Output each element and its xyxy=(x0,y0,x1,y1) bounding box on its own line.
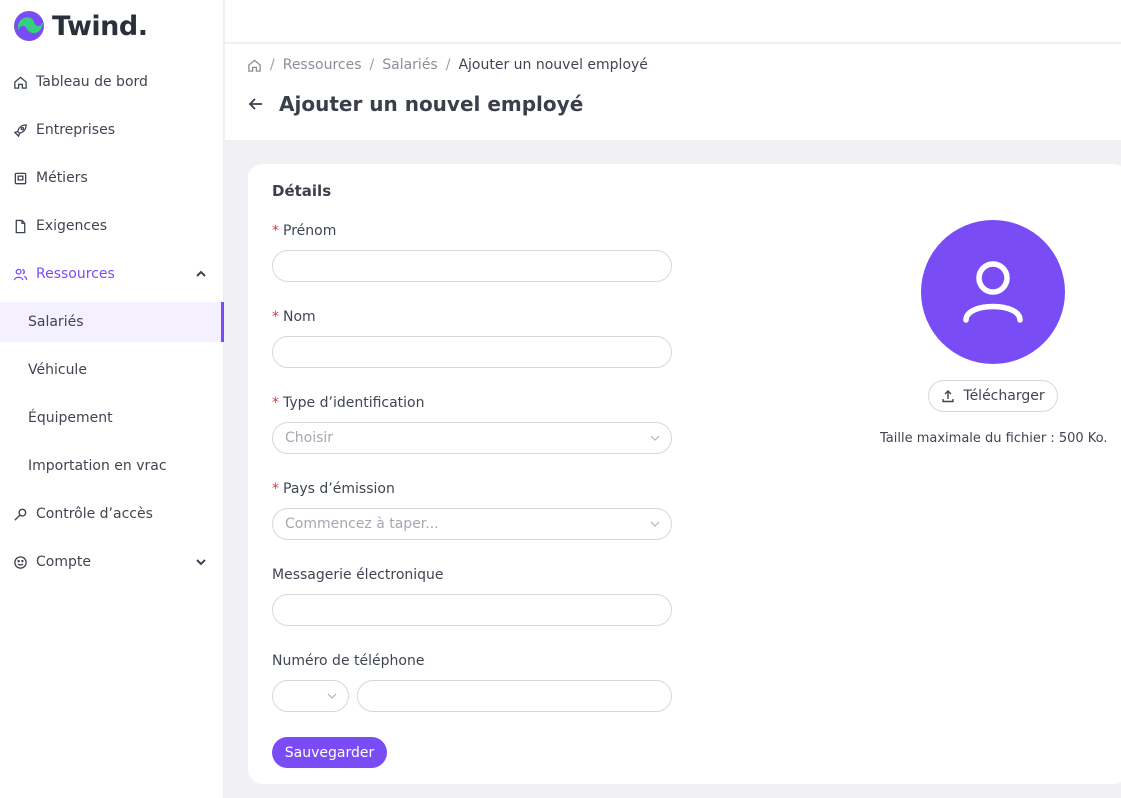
breadcrumb-separator: / xyxy=(445,57,451,73)
sidebar-nav: Tableau de bord Entreprises Métiers Exig… xyxy=(0,58,224,586)
first-name-input[interactable] xyxy=(272,250,672,282)
save-button[interactable]: Sauvegarder xyxy=(272,737,387,768)
phone-label: Numéro de téléphone xyxy=(272,653,424,669)
page-title: Ajouter un nouvel employé xyxy=(279,92,584,116)
chevron-down-icon xyxy=(650,435,660,441)
breadcrumb-link-employees[interactable]: Salariés xyxy=(382,57,438,73)
select-placeholder: Commencez à taper... xyxy=(285,516,439,532)
sidebar-item-resources[interactable]: Ressources xyxy=(0,250,224,298)
phone-number-input[interactable] xyxy=(357,680,672,712)
twind-logo-icon xyxy=(14,11,44,41)
avatar xyxy=(921,220,1065,364)
section-title: Détails xyxy=(272,182,332,200)
sidebar-subitem-equipment[interactable]: Équipement xyxy=(0,394,224,442)
clipboard-icon xyxy=(12,170,28,186)
chevron-down-icon xyxy=(327,693,337,699)
sidebar-item-jobs[interactable]: Métiers xyxy=(0,154,224,202)
top-bar xyxy=(225,0,1121,43)
email-input[interactable] xyxy=(272,594,672,626)
user-icon xyxy=(963,261,1023,323)
id-type-select[interactable]: Choisir xyxy=(272,422,672,454)
breadcrumb-link-resources[interactable]: Ressources xyxy=(283,57,362,73)
required-mark: * xyxy=(272,223,279,239)
last-name-input[interactable] xyxy=(272,336,672,368)
country-label: * Pays d’émission xyxy=(272,481,395,497)
smiley-icon xyxy=(12,554,28,570)
label-text: Messagerie électronique xyxy=(272,567,444,583)
label-text: Prénom xyxy=(283,223,337,239)
label-text: Numéro de téléphone xyxy=(272,653,425,669)
sidebar-item-companies[interactable]: Entreprises xyxy=(0,106,224,154)
country-select[interactable]: Commencez à taper... xyxy=(272,508,672,540)
sidebar-subitem-label: Véhicule xyxy=(28,362,87,378)
required-mark: * xyxy=(272,395,279,411)
sidebar-item-label: Compte xyxy=(36,554,91,570)
id-type-label: * Type d’identification xyxy=(272,395,425,411)
sidebar-item-requirements[interactable]: Exigences xyxy=(0,202,224,250)
upload-button[interactable]: Télécharger xyxy=(928,380,1058,412)
title-row: Ajouter un nouvel employé xyxy=(247,92,583,116)
sidebar-item-label: Ressources xyxy=(36,266,115,282)
phone-country-code-select[interactable] xyxy=(272,680,349,712)
rocket-icon xyxy=(12,122,28,138)
first-name-label: * Prénom xyxy=(272,223,336,239)
home-icon[interactable] xyxy=(247,58,262,73)
page-header: / Ressources / Salariés / Ajouter un nou… xyxy=(225,44,1121,140)
email-label: Messagerie électronique xyxy=(272,567,444,583)
chevron-down-icon[interactable] xyxy=(194,555,208,569)
sidebar-item-label: Entreprises xyxy=(36,122,116,138)
last-name-label: * Nom xyxy=(272,309,316,325)
label-text: Nom xyxy=(283,309,316,325)
people-icon xyxy=(12,266,28,282)
sidebar-subitem-employees[interactable]: Salariés xyxy=(0,302,224,342)
sidebar-item-account[interactable]: Compte xyxy=(0,538,224,586)
sidebar-subitem-label: Importation en vrac xyxy=(28,458,167,474)
sidebar-subitem-vehicle[interactable]: Véhicule xyxy=(0,346,224,394)
upload-size-note: Taille maximale du fichier : 500 Ko. xyxy=(880,431,1108,446)
upload-label: Télécharger xyxy=(963,388,1045,404)
breadcrumb-current: Ajouter un nouvel employé xyxy=(458,57,648,73)
brand-logo[interactable]: Twind. xyxy=(12,8,148,44)
upload-icon xyxy=(942,390,955,403)
back-arrow-icon[interactable] xyxy=(247,95,265,113)
required-mark: * xyxy=(272,309,279,325)
breadcrumb-separator: / xyxy=(270,57,275,73)
breadcrumb-separator: / xyxy=(369,57,375,73)
sidebar-subitem-label: Équipement xyxy=(28,410,113,426)
label-text: Pays d’émission xyxy=(283,481,395,497)
sidebar-item-access-control[interactable]: Contrôle d’accès xyxy=(0,490,224,538)
label-text: Type d’identification xyxy=(283,395,425,411)
required-mark: * xyxy=(272,481,279,497)
sidebar-item-label: Métiers xyxy=(36,170,88,186)
home-icon xyxy=(12,74,28,90)
sidebar: Twind. Tableau de bord Entreprises Métie… xyxy=(0,0,224,798)
brand-name: Twind. xyxy=(52,10,148,42)
key-icon xyxy=(12,506,28,522)
sidebar-item-label: Exigences xyxy=(36,218,107,234)
employee-form-card: Détails * Prénom * Nom * Type d’identificat… xyxy=(248,164,1121,784)
sidebar-item-label: Tableau de bord xyxy=(36,74,148,90)
sidebar-subitem-bulk-import[interactable]: Importation en vrac xyxy=(0,442,224,490)
chevron-up-icon[interactable] xyxy=(194,267,208,281)
document-icon xyxy=(12,218,28,234)
sidebar-subitem-label: Salariés xyxy=(28,314,84,330)
chevron-down-icon xyxy=(650,521,660,527)
breadcrumb: / Ressources / Salariés / Ajouter un nou… xyxy=(247,57,648,73)
select-placeholder: Choisir xyxy=(285,430,334,446)
sidebar-item-label: Contrôle d’accès xyxy=(36,506,153,522)
sidebar-item-dashboard[interactable]: Tableau de bord xyxy=(0,58,224,106)
